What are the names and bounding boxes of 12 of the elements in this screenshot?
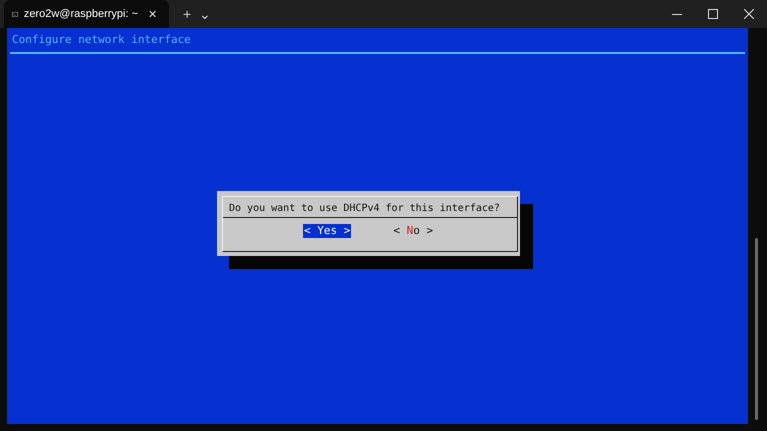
close-tab-button[interactable]: ✕: [144, 8, 161, 20]
dialog-button[interactable]: < Yes >: [303, 224, 352, 238]
new-tab-button[interactable]: +: [179, 0, 196, 28]
dialog-button[interactable]: < No >: [392, 224, 434, 238]
terminal-tab[interactable]: zero2w@raspberrypi: ~ ✕: [4, 0, 169, 28]
maximize-icon[interactable]: [708, 9, 718, 19]
scrollbar-thumb[interactable]: [755, 238, 758, 420]
close-icon[interactable]: [744, 9, 754, 19]
dialog-message: Do you want to use DHCPv4 for this interface?: [223, 197, 517, 218]
tab-menu-button[interactable]: ⌄: [195, 0, 216, 28]
screen-title: Configure network interface: [11, 32, 192, 47]
tab-title: zero2w@raspberrypi: ~: [24, 8, 138, 20]
